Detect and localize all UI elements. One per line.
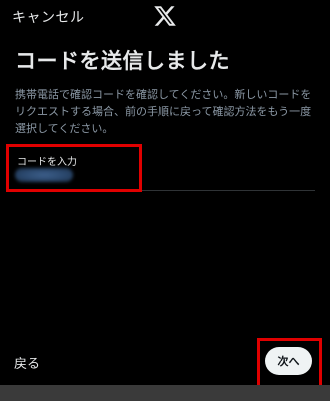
input-highlight-box bbox=[6, 144, 142, 192]
page-title: コードを送信しました bbox=[15, 49, 230, 73]
cancel-button[interactable]: キャンセル bbox=[12, 7, 85, 27]
next-highlight-box bbox=[257, 338, 322, 388]
x-logo-icon bbox=[154, 6, 176, 26]
top-bar: キャンセル bbox=[0, 0, 330, 36]
back-button[interactable]: 戻る bbox=[14, 353, 40, 372]
instructions-text: 携帯電話で確認コードを確認してください。新しいコードをリクエストする場合、前の手… bbox=[15, 88, 312, 135]
bottom-strip bbox=[0, 385, 330, 401]
